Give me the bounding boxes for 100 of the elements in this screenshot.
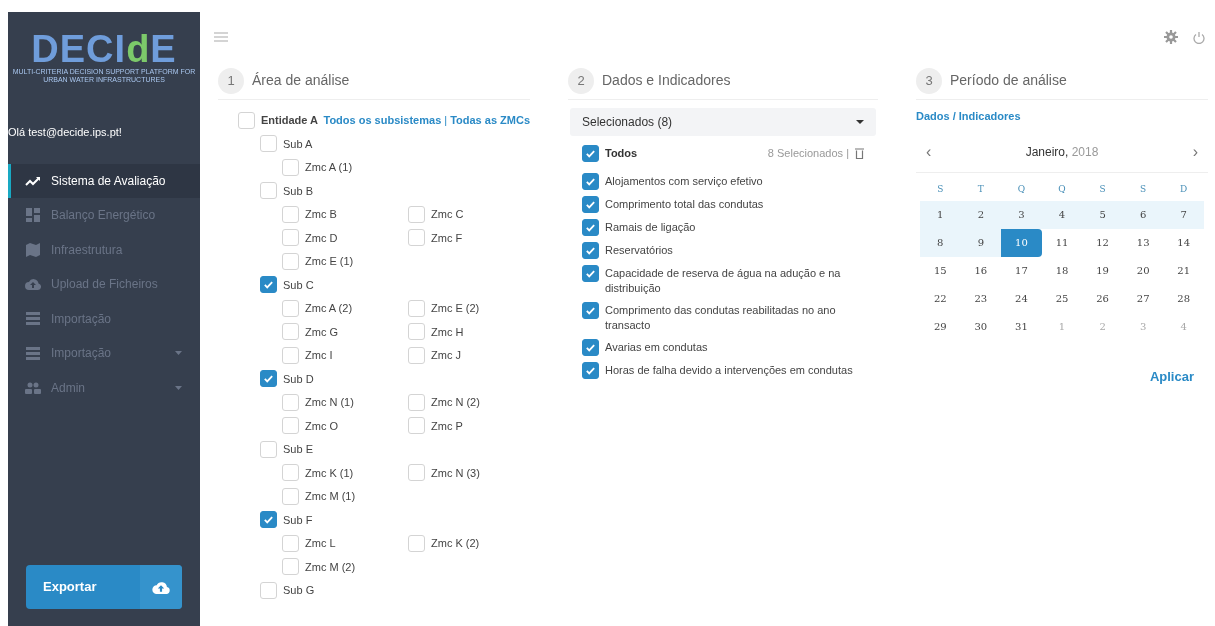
calendar-day[interactable]: 31 <box>1001 312 1042 341</box>
export-button[interactable]: Exportar <box>26 565 182 609</box>
checkmark-icon <box>585 245 596 256</box>
checkbox[interactable] <box>582 144 599 162</box>
menu-icon[interactable] <box>214 32 228 42</box>
calendar-day[interactable]: 16 <box>960 256 1002 285</box>
greeting: Olá test@decide.ips.pt! <box>8 125 123 140</box>
zone-label: Zmc K (2) <box>431 536 480 551</box>
checkbox[interactable] <box>582 173 599 190</box>
zone-label: Zmc J <box>431 348 461 363</box>
calendar-day[interactable]: 14 <box>1163 228 1204 257</box>
year-label: 2018 <box>1071 145 1099 159</box>
checkmark-icon <box>585 268 596 279</box>
step-number: 1 <box>218 67 244 94</box>
trend-icon <box>25 174 41 187</box>
subsystem-label: Sub D <box>283 371 314 387</box>
step-number: 3 <box>916 67 942 94</box>
zone-label: Zmc N (2) <box>431 395 480 410</box>
map-icon <box>26 242 40 257</box>
cloud-upload-icon <box>152 580 170 594</box>
all-label: Todos <box>605 145 639 161</box>
calendar-day[interactable]: 12 <box>1082 228 1123 257</box>
calendar-day[interactable]: 13 <box>1122 228 1164 257</box>
checkbox[interactable] <box>260 511 277 529</box>
calendar-day[interactable]: 18 <box>1041 256 1083 285</box>
checkbox[interactable] <box>582 196 599 213</box>
calendar-day[interactable]: 11 <box>1041 228 1083 257</box>
trash-icon[interactable] <box>855 147 864 159</box>
calendar-day[interactable]: 26 <box>1082 284 1123 313</box>
zone-label: Zmc I <box>305 348 333 363</box>
subsystem-label: Sub C <box>283 277 314 293</box>
calendar-day[interactable]: 19 <box>1082 256 1123 285</box>
zone-label: Zmc D <box>305 230 338 246</box>
separator: | <box>444 112 448 128</box>
weekday-label: S <box>1098 182 1107 196</box>
checkmark-icon <box>585 305 596 316</box>
caret-icon <box>856 120 864 124</box>
subsystem-label: Sub E <box>283 442 313 457</box>
calendar-day[interactable]: 7 <box>1163 200 1204 229</box>
calendar-day[interactable]: 10 <box>1001 228 1042 257</box>
calendar-day[interactable]: 29 <box>920 312 961 341</box>
next-month-button[interactable]: › <box>1192 140 1198 164</box>
zone-label: Zmc L <box>305 536 336 551</box>
zone-label: Zmc N (3) <box>431 465 480 481</box>
checkbox[interactable] <box>582 219 599 236</box>
zone-label: Zmc K (1) <box>305 465 354 481</box>
subsystem-label: Sub A <box>283 136 313 152</box>
checkbox[interactable] <box>582 302 599 319</box>
link[interactable]: Dados / Indicadores <box>916 108 1021 125</box>
checkbox[interactable] <box>260 276 277 294</box>
calendar-day[interactable]: 1 <box>920 200 961 229</box>
zone-label: Zmc P <box>431 418 463 434</box>
calendar-day[interactable]: 21 <box>1163 256 1204 285</box>
calendar-day[interactable]: 28 <box>1163 284 1204 313</box>
weekday-label: S <box>936 182 945 196</box>
checkbox[interactable] <box>582 339 599 356</box>
weekday-label: S <box>1139 182 1148 196</box>
checkbox[interactable] <box>582 265 599 282</box>
calendar-day[interactable]: 3 <box>1001 200 1042 229</box>
calendar-day[interactable]: 15 <box>920 256 961 285</box>
power-icon[interactable] <box>1193 30 1205 44</box>
weekday-label: T <box>976 182 985 196</box>
indicator-label: Comprimento total das condutas <box>605 197 765 212</box>
previous-month-button[interactable]: ‹ <box>926 140 932 164</box>
calendar-day[interactable]: 25 <box>1041 284 1083 313</box>
indicator-label: Ramais de ligação <box>605 220 697 235</box>
checkbox[interactable] <box>582 362 599 379</box>
sidebar-item[interactable]: Sistema de Avaliação <box>8 163 200 198</box>
zone-label: Zmc M (1) <box>305 489 356 504</box>
zone-label: Zmc A (2) <box>305 301 353 316</box>
calendar-day[interactable]: 24 <box>1001 284 1042 313</box>
checkmark-icon <box>263 279 274 291</box>
calendar-day[interactable]: 8 <box>920 228 961 257</box>
zone-label: Zmc F <box>431 230 463 246</box>
section-title: Área de análise <box>252 71 350 90</box>
calendar-day[interactable]: 23 <box>960 284 1002 313</box>
indicator-label: Capacidade de reserva de água na adução e na distribuição <box>605 266 842 296</box>
calendar-day[interactable]: 2 <box>960 200 1002 229</box>
indicator-label: Reservatórios <box>605 243 674 258</box>
weekday-label: Q <box>1016 182 1027 196</box>
calendar-day[interactable]: 30 <box>960 312 1002 341</box>
checkmark-icon <box>585 342 596 353</box>
calendar-day[interactable]: 4 <box>1041 200 1083 229</box>
weekday-label: Q <box>1057 182 1067 196</box>
zone-label: Zmc G <box>305 324 338 340</box>
checkbox[interactable] <box>582 242 599 259</box>
apply-button[interactable]: Aplicar <box>1149 366 1194 386</box>
checkbox[interactable] <box>260 370 277 388</box>
calendar-day[interactable]: 27 <box>1122 284 1164 313</box>
calendar-day[interactable]: 20 <box>1122 256 1164 285</box>
calendar-day[interactable]: 5 <box>1082 200 1123 229</box>
link[interactable]: Todas as ZMCs <box>450 111 530 129</box>
caret-icon <box>175 385 182 390</box>
dropdown[interactable]: Selecionados (8) <box>570 108 876 136</box>
calendar-day[interactable]: 17 <box>1001 256 1042 285</box>
settings-icon[interactable] <box>1164 30 1178 44</box>
caret-icon <box>175 351 182 356</box>
calendar-day[interactable]: 22 <box>920 284 961 313</box>
calendar-day[interactable]: 6 <box>1122 200 1164 229</box>
link[interactable]: Todos os subsistemas <box>323 111 442 129</box>
